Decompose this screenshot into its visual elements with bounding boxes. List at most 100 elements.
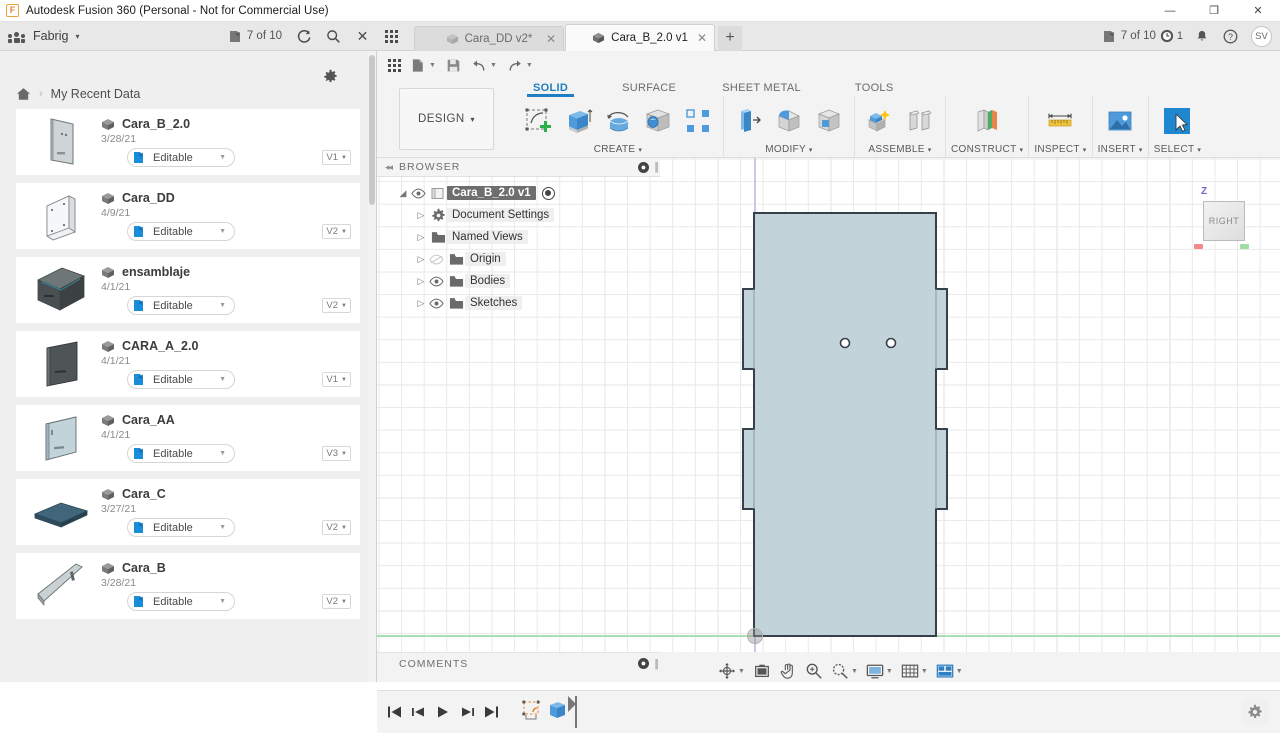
assemble-group-label[interactable]: ASSEMBLE ▾ xyxy=(868,144,931,155)
tree-node-bodies[interactable]: ▷ Bodies xyxy=(377,270,660,292)
app-grid-icon[interactable] xyxy=(377,22,406,51)
create-group-label[interactable]: CREATE ▾ xyxy=(594,144,642,155)
version-badge[interactable]: V3 ▼ xyxy=(322,446,351,461)
origin-point[interactable] xyxy=(747,628,763,644)
tab-tools[interactable]: TOOLS xyxy=(839,82,910,94)
create-sketch-icon[interactable] xyxy=(518,99,558,143)
scrollbar-thumb[interactable] xyxy=(369,55,375,205)
data-panel-item[interactable]: Cara_B_2.0 3/28/21 Editable ▼ V1 ▼ xyxy=(16,109,360,175)
version-badge[interactable]: V2 ▼ xyxy=(322,298,351,313)
close-icon[interactable]: ✕ xyxy=(546,32,556,46)
tab-cara-b-2-0[interactable]: Cara_B_2.0 v1 ✕ xyxy=(565,23,715,51)
tree-node-label[interactable]: Document Settings xyxy=(447,208,555,222)
insert-group-label[interactable]: INSERT ▾ xyxy=(1098,144,1143,155)
pattern-icon[interactable] xyxy=(678,99,718,143)
workspace-selector[interactable]: DESIGN ▾ xyxy=(399,88,494,150)
modify-group-label[interactable]: MODIFY ▾ xyxy=(765,144,813,155)
measure-icon[interactable] xyxy=(1040,99,1080,143)
sketch-feature-icon[interactable] xyxy=(519,699,545,725)
bell-icon[interactable] xyxy=(1187,22,1216,51)
visibility-eye-icon[interactable] xyxy=(429,298,447,309)
tree-node-root[interactable]: ◢ Cara_B_2.0 v1 xyxy=(377,182,660,204)
editable-dropdown[interactable]: Editable ▼ xyxy=(127,370,235,389)
expand-arrow-icon[interactable]: ◢ xyxy=(395,188,411,199)
team-name[interactable]: Fabrig xyxy=(33,29,68,43)
tree-node-label[interactable]: Named Views xyxy=(447,230,528,244)
job-status-icon[interactable]: 1 xyxy=(1156,22,1187,51)
version-badge[interactable]: V2 ▼ xyxy=(322,520,351,535)
visibility-eye-icon[interactable] xyxy=(411,188,429,199)
inspect-group-label[interactable]: INSPECT ▾ xyxy=(1034,144,1086,155)
version-badge[interactable]: V1 ▼ xyxy=(322,372,351,387)
expand-arrow-icon[interactable]: ▷ xyxy=(413,210,429,221)
help-icon[interactable]: ? xyxy=(1216,22,1245,51)
file-icon[interactable]: ▼ xyxy=(406,54,441,78)
data-panel-item[interactable]: Cara_AA 4/1/21 Editable ▼ V3 ▼ xyxy=(16,405,360,471)
shell-icon[interactable] xyxy=(809,99,849,143)
minimize-button[interactable]: — xyxy=(1148,0,1192,22)
tree-node-named-views[interactable]: ▷ Named Views xyxy=(377,226,660,248)
gear-icon[interactable] xyxy=(1242,699,1268,725)
resize-grip-icon[interactable]: ||| xyxy=(654,658,658,670)
collapse-icon[interactable]: ◂◂ xyxy=(385,162,393,173)
data-panel-item[interactable]: ensamblaje 4/1/21 Editable ▼ V2 ▼ xyxy=(16,257,360,323)
version-badge[interactable]: V2 ▼ xyxy=(322,224,351,239)
jobs-status-left[interactable]: 7 of 10 xyxy=(229,30,282,43)
sweep-icon[interactable] xyxy=(638,99,678,143)
editable-dropdown[interactable]: Editable ▼ xyxy=(127,296,235,315)
construct-group-label[interactable]: CONSTRUCT ▾ xyxy=(951,144,1023,155)
go-to-end-icon[interactable] xyxy=(479,699,503,725)
select-group-label[interactable]: SELECT ▾ xyxy=(1154,144,1202,155)
tab-cara-dd[interactable]: Cara_DD v2* ✕ xyxy=(414,25,564,51)
resize-grip-icon[interactable]: ||| xyxy=(654,161,658,173)
new-component-icon[interactable] xyxy=(860,99,900,143)
refresh-icon[interactable] xyxy=(290,22,319,51)
editable-dropdown[interactable]: Editable ▼ xyxy=(127,518,235,537)
close-panel-icon[interactable]: ✕ xyxy=(348,22,377,51)
tree-node-label[interactable]: Bodies xyxy=(465,274,511,288)
play-icon[interactable] xyxy=(431,699,455,725)
close-icon[interactable]: ✕ xyxy=(697,31,707,45)
insert-image-icon[interactable] xyxy=(1100,99,1140,143)
home-icon[interactable] xyxy=(16,87,31,101)
visibility-eye-icon[interactable] xyxy=(429,276,447,287)
chevron-down-icon[interactable]: ▾ xyxy=(75,32,79,41)
editable-dropdown[interactable]: Editable ▼ xyxy=(127,222,235,241)
tab-surface[interactable]: SURFACE xyxy=(606,82,692,94)
data-panel-item[interactable]: Cara_DD 4/9/21 Editable ▼ V2 ▼ xyxy=(16,183,360,249)
expand-arrow-icon[interactable]: ▷ xyxy=(413,298,429,309)
comments-panel-header[interactable]: COMMENTS ● ||| xyxy=(377,652,660,674)
editable-dropdown[interactable]: Editable ▼ xyxy=(127,592,235,611)
expand-arrow-icon[interactable]: ▷ xyxy=(413,276,429,287)
maximize-button[interactable]: ❐ xyxy=(1192,0,1236,22)
data-panel-scrollbar[interactable] xyxy=(368,51,376,682)
fillet-icon[interactable] xyxy=(769,99,809,143)
tree-node-document-settings[interactable]: ▷ Document Settings xyxy=(377,204,660,226)
tab-sheet-metal[interactable]: SHEET METAL xyxy=(706,82,817,94)
tree-node-label[interactable]: Cara_B_2.0 v1 xyxy=(447,186,536,200)
offset-plane-icon[interactable] xyxy=(967,99,1007,143)
version-badge[interactable]: V2 ▼ xyxy=(322,594,351,609)
expand-arrow-icon[interactable]: ▷ xyxy=(413,254,429,265)
editable-dropdown[interactable]: Editable ▼ xyxy=(127,444,235,463)
browser-options-icon[interactable]: ● xyxy=(638,161,650,173)
data-panel-item[interactable]: Cara_B 3/28/21 Editable ▼ V2 ▼ xyxy=(16,553,360,619)
go-to-beginning-icon[interactable] xyxy=(383,699,407,725)
activate-radio-icon[interactable] xyxy=(541,186,555,200)
search-icon[interactable] xyxy=(319,22,348,51)
revolve-icon[interactable] xyxy=(598,99,638,143)
expand-arrow-icon[interactable]: ▷ xyxy=(413,232,429,243)
visibility-eye-icon[interactable] xyxy=(429,254,447,265)
extrude-icon[interactable] xyxy=(558,99,598,143)
timeline-playhead[interactable] xyxy=(568,696,577,728)
version-badge[interactable]: V1 ▼ xyxy=(322,150,351,165)
tree-node-origin[interactable]: ▷ Origin xyxy=(377,248,660,270)
tree-node-label[interactable]: Sketches xyxy=(465,296,523,310)
editable-dropdown[interactable]: Editable ▼ xyxy=(127,148,235,167)
comments-options-icon[interactable]: ● xyxy=(638,658,650,669)
app-grid-icon[interactable] xyxy=(383,54,406,78)
close-button[interactable]: ✕ xyxy=(1236,0,1280,22)
view-cube[interactable]: Z RIGHT xyxy=(1190,186,1252,250)
tab-solid[interactable]: SOLID xyxy=(517,82,584,97)
gear-icon[interactable] xyxy=(323,69,338,84)
